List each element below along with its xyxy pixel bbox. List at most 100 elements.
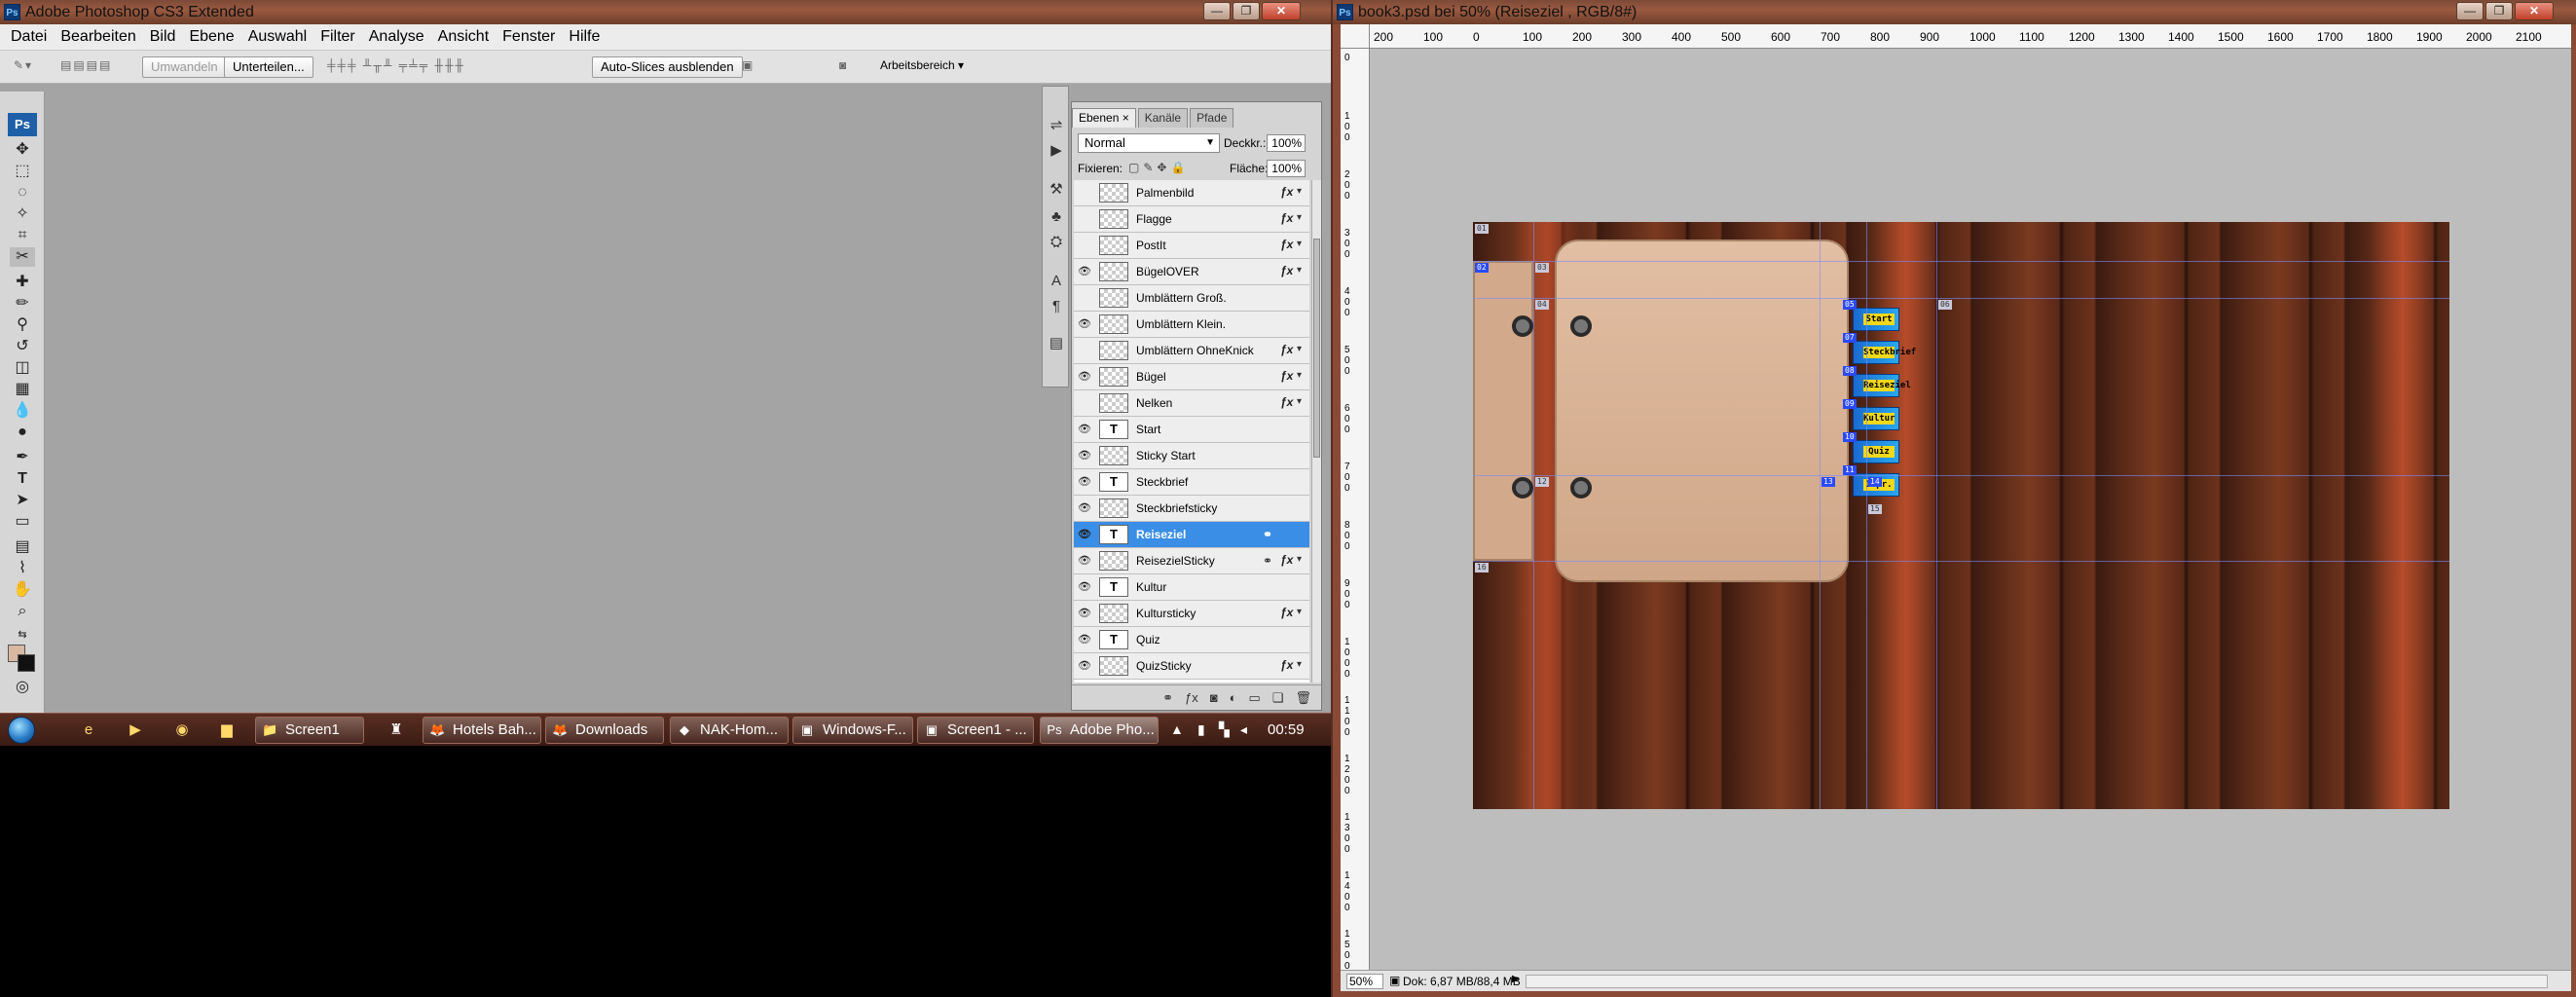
- marquee-tool-icon[interactable]: ⬚: [10, 162, 35, 181]
- doc-maximize-button[interactable]: ❐: [2485, 2, 2513, 20]
- slice-badge[interactable]: 04: [1535, 300, 1549, 310]
- restore-button[interactable]: ❐: [1233, 2, 1260, 20]
- nav-tab-steckbrief[interactable]: Steckbrief: [1853, 341, 1916, 364]
- expand-effects-icon[interactable]: ▾: [1297, 344, 1302, 354]
- layer-row[interactable]: 👁 Bügel ƒx ▾: [1074, 364, 1309, 390]
- histogram-icon[interactable]: ▶: [1047, 141, 1066, 161]
- swatches-icon[interactable]: ♣: [1047, 207, 1066, 227]
- layer-row[interactable]: 👁 Umblättern Klein.: [1074, 312, 1309, 338]
- tab-pfade[interactable]: Pfade: [1190, 108, 1234, 128]
- eye-icon[interactable]: 👁: [1078, 581, 1091, 593]
- shape-tool-icon[interactable]: ▭: [10, 512, 35, 532]
- bridge-icon[interactable]: ◙: [839, 58, 848, 76]
- folder-icon[interactable]: ▆: [216, 720, 238, 741]
- doc-minimize-button[interactable]: —: [2456, 2, 2484, 20]
- move-tool-icon[interactable]: ✥: [10, 140, 35, 160]
- slice-badge[interactable]: 11: [1843, 465, 1857, 475]
- fx-icon[interactable]: ƒx: [1280, 658, 1293, 672]
- status-menu-icon[interactable]: ▣: [1389, 974, 1400, 987]
- nav-tab-quiz[interactable]: Quiz: [1853, 440, 1899, 463]
- ruler-origin[interactable]: [1341, 24, 1370, 49]
- slice-badge[interactable]: 13: [1822, 477, 1835, 487]
- fx-icon[interactable]: ƒx: [1280, 185, 1293, 199]
- slice-badge[interactable]: 15: [1868, 504, 1882, 514]
- tools-preset-icon[interactable]: ⚒: [1047, 180, 1066, 200]
- workspace-menu[interactable]: Arbeitsbereich ▾: [880, 58, 964, 76]
- eraser-tool-icon[interactable]: ◫: [10, 358, 35, 378]
- eyedropper-tool-icon[interactable]: ⌇: [10, 559, 35, 578]
- horizontal-ruler[interactable]: 200 100 0 100 200 300 400 500 600 700 800 900 1000 11…: [1370, 24, 2571, 49]
- eye-icon[interactable]: 👁: [1078, 318, 1091, 330]
- slice-badge[interactable]: 03: [1535, 263, 1549, 273]
- menu-analyse[interactable]: Analyse: [362, 28, 431, 46]
- quick-mask-icon[interactable]: ◎: [10, 678, 35, 697]
- nav-tab-reiseziel[interactable]: Reiseziel: [1853, 374, 1911, 397]
- slice-badge[interactable]: 01: [1475, 224, 1489, 234]
- slice-options-icon[interactable]: ▣: [742, 58, 754, 76]
- auto-slices-button[interactable]: Auto-Slices ausblenden: [592, 56, 743, 78]
- layer-row[interactable]: 👁 Kultursticky ƒx ▾: [1074, 601, 1309, 627]
- slice-badge[interactable]: 10: [1843, 432, 1857, 442]
- fx-icon[interactable]: ƒx: [1280, 211, 1293, 225]
- doc-close-button[interactable]: ✕: [2515, 2, 2554, 20]
- fx-icon[interactable]: ƒx: [1280, 343, 1293, 356]
- ie-icon[interactable]: e: [78, 720, 99, 741]
- eye-icon[interactable]: 👁: [1078, 555, 1091, 567]
- lasso-tool-icon[interactable]: ◌: [10, 183, 35, 203]
- adjustment-layer-icon[interactable]: ◐: [1230, 690, 1237, 705]
- character-icon[interactable]: A: [1047, 272, 1066, 291]
- tooth-icon[interactable]: ♜: [386, 720, 407, 741]
- menu-filter[interactable]: Filter: [313, 28, 362, 46]
- menu-hilfe[interactable]: Hilfe: [562, 28, 607, 46]
- lock-icons[interactable]: ▢✎✥🔒: [1128, 161, 1189, 174]
- layer-style-icon[interactable]: ƒx: [1185, 690, 1198, 705]
- layer-row[interactable]: 👁Umblättern Groß.: [1074, 285, 1309, 312]
- clone-stamp-tool-icon[interactable]: ⚲: [10, 315, 35, 335]
- gradient-tool-icon[interactable]: ▦: [10, 380, 35, 399]
- background-color-swatch[interactable]: [18, 654, 35, 672]
- scrollbar-thumb[interactable]: [1313, 239, 1320, 458]
- paragraph-icon[interactable]: ¶: [1047, 297, 1066, 316]
- task-adobe-photoshop[interactable]: Ps Adobe Pho...: [1040, 717, 1159, 744]
- media-icon[interactable]: ▶: [125, 720, 146, 741]
- layer-row[interactable]: 👁 ReisezielSticky ⚭ ƒx ▾: [1074, 548, 1309, 574]
- styles-icon[interactable]: ⛭: [1047, 233, 1066, 252]
- task-screen1-paint[interactable]: ▣ Screen1 - ...: [917, 717, 1034, 744]
- expand-effects-icon[interactable]: ▾: [1297, 212, 1302, 223]
- expand-effects-icon[interactable]: ▾: [1297, 396, 1302, 407]
- new-group-icon[interactable]: ▭: [1249, 690, 1261, 706]
- eye-icon[interactable]: 👁: [1078, 529, 1091, 540]
- chrome-icon[interactable]: ◉: [171, 720, 193, 741]
- delete-layer-icon[interactable]: 🗑: [1295, 690, 1311, 706]
- zoom-tool-icon[interactable]: ⌕: [10, 602, 35, 621]
- eye-icon[interactable]: 👁: [1078, 371, 1091, 383]
- expand-effects-icon[interactable]: ▾: [1297, 554, 1302, 565]
- layer-mask-icon[interactable]: ◙: [1210, 690, 1218, 705]
- navigator-icon[interactable]: ⇌: [1047, 116, 1066, 135]
- expand-effects-icon[interactable]: ▾: [1297, 370, 1302, 381]
- layer-comps-icon[interactable]: ▤: [1047, 334, 1066, 353]
- eye-icon[interactable]: 👁: [1078, 608, 1091, 619]
- eye-icon[interactable]: 👁: [1078, 266, 1091, 277]
- tray-network-icon[interactable]: ▚: [1219, 721, 1230, 738]
- notes-tool-icon[interactable]: ▤: [10, 537, 35, 557]
- align-icons[interactable]: ╪╪╪ ╨╥╨ ╤╧╤ ╫╫╫: [327, 58, 465, 76]
- vertical-ruler[interactable]: 0 1 0 0 2 0 0 3 0 0 4 0 0 5 0 0 6 0 0 7 0 0 8 0 …: [1341, 49, 1370, 970]
- link-layers-icon[interactable]: ⚭: [1162, 690, 1173, 706]
- layer-row[interactable]: 👁 BügelOVER ƒx ▾: [1074, 259, 1309, 285]
- eye-icon[interactable]: 👁: [1078, 660, 1091, 672]
- layer-row[interactable]: 👁 T Kultur: [1074, 574, 1309, 601]
- menu-auswahl[interactable]: Auswahl: [241, 28, 313, 46]
- tab-ebenen[interactable]: Ebenen ×: [1072, 108, 1136, 128]
- expand-effects-icon[interactable]: ▾: [1297, 265, 1302, 276]
- nav-tab-kultur[interactable]: Kultur: [1853, 407, 1899, 430]
- menu-ebene[interactable]: Ebene: [182, 28, 240, 46]
- start-button[interactable]: [8, 717, 35, 744]
- magic-wand-tool-icon[interactable]: ✧: [10, 204, 35, 224]
- layer-row[interactable]: 👁 T Reiseziel ⚭: [1074, 522, 1309, 548]
- fx-icon[interactable]: ƒx: [1280, 238, 1293, 251]
- fx-icon[interactable]: ƒx: [1280, 369, 1293, 383]
- eye-icon[interactable]: 👁: [1078, 502, 1091, 514]
- eye-icon[interactable]: 👁: [1078, 424, 1091, 435]
- blend-mode-select[interactable]: Normal ▼: [1078, 133, 1220, 153]
